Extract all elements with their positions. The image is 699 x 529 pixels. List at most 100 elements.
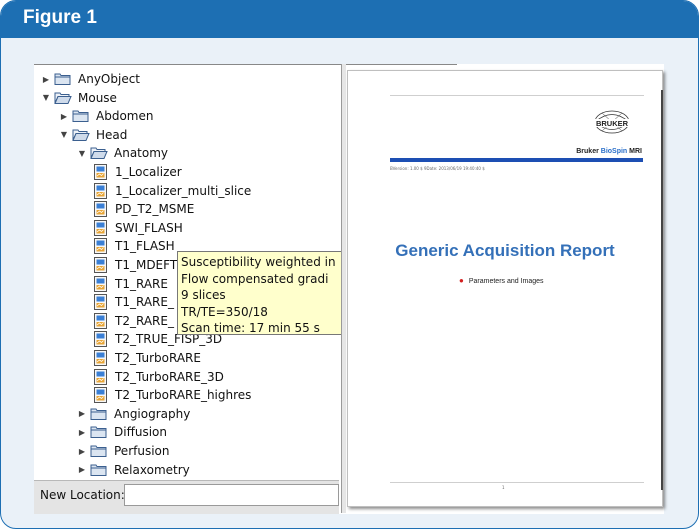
protocol-file-icon (94, 312, 107, 329)
protocol-file-icon (94, 182, 107, 199)
tooltip-line: Susceptibility weighted in (181, 255, 336, 269)
tree-protocol-pd-t2-msme[interactable]: PD_T2_MSME (94, 200, 194, 218)
expanded-arrow-icon[interactable]: ▼ (76, 149, 88, 158)
tree-folder-mouse[interactable]: ▼ Mouse (40, 89, 117, 107)
version-line: BVersion: 1.00 $ 9Date: 2013/06/19 19:40… (390, 166, 485, 171)
tree-folder-abdomen[interactable]: ▶ Abdomen (58, 107, 154, 125)
tree-protocol-t2-turborare[interactable]: T2_TurboRARE (94, 349, 201, 367)
company-name: Bruker BioSpin MRI (576, 148, 642, 155)
tree-item-label: T2_TurboRARE_3D (115, 369, 224, 384)
tree-protocol-1-localizer[interactable]: 1_Localizer (94, 163, 182, 181)
folder-icon (72, 109, 90, 123)
tooltip-line: TR/TE=350/18 (181, 304, 268, 319)
tree-folder-diffusion[interactable]: ▶ Diffusion (76, 423, 167, 441)
protocol-file-icon (94, 387, 107, 404)
expanded-arrow-icon[interactable]: ▼ (58, 130, 70, 139)
report-preview-page: BRUKER Bruker BioSpin MRI BVersion: 1.00… (347, 70, 663, 507)
page-footer-rule (390, 482, 644, 483)
page-number: 1 (502, 485, 505, 490)
bruker-logo: BRUKER (590, 110, 634, 134)
tree-folder-head[interactable]: ▼ Head (58, 126, 127, 144)
tree-item-label: Head (96, 127, 128, 142)
protocol-tooltip: Susceptibility weighted in Flow compensat… (177, 251, 343, 335)
tree-item-label: Relaxometry (114, 462, 190, 477)
new-location-label: New Location: (40, 488, 125, 502)
tree-protocol-1-localizer-multi-slice[interactable]: 1_Localizer_multi_slice (94, 182, 251, 200)
protocol-file-icon (94, 368, 107, 385)
tree-protocol-t1-rare[interactable]: T1_RARE_ (94, 293, 174, 311)
report-title: Generic Acquisition Report (395, 241, 615, 260)
tree-item-label: Mouse (78, 90, 117, 105)
protocol-file-icon (94, 294, 107, 311)
protocol-file-icon (94, 201, 107, 218)
collapsed-arrow-icon[interactable]: ▶ (40, 75, 52, 84)
tree-item-label: T1_MDEFT (115, 258, 178, 272)
folder-icon (90, 463, 108, 477)
protocol-file-icon (94, 275, 107, 292)
tree-folder-perfusion[interactable]: ▶ Perfusion (76, 442, 170, 460)
collapsed-arrow-icon[interactable]: ▶ (76, 409, 88, 418)
tree-folder-angiography[interactable]: ▶ Angiography (76, 405, 190, 423)
tree-item-label: Perfusion (114, 444, 170, 458)
protocol-file-icon (94, 331, 107, 348)
tree-item-label: T1_RARE (115, 276, 168, 291)
logo-text: BRUKER (596, 119, 629, 128)
split-pane-divider[interactable] (341, 64, 346, 513)
tree-item-label: Angiography (114, 406, 191, 421)
tree-item-label: Abdomen (96, 109, 154, 124)
tree-protocol-swi-flash[interactable]: SWI_FLASH (94, 219, 183, 237)
tooltip-line: Flow compensated gradi (181, 271, 329, 286)
folder-icon (90, 444, 108, 458)
tree-protocol-t2-turborare-3d[interactable]: T2_TurboRARE_3D (94, 368, 224, 386)
company-highlight: BioSpin (600, 148, 628, 155)
folder-icon (90, 425, 108, 439)
new-location-input[interactable] (124, 484, 339, 506)
folder-icon (90, 407, 108, 421)
collapsed-arrow-icon[interactable]: ▶ (76, 465, 88, 474)
expanded-arrow-icon[interactable]: ▼ (40, 93, 52, 102)
folder-open-icon (90, 146, 108, 160)
tree-protocol-t1-mdeft[interactable]: T1_MDEFT (94, 256, 177, 274)
tree-protocol-t1-rare[interactable]: T1_RARE (94, 275, 168, 293)
tree-item-label: T2_TurboRARE_highres (115, 388, 252, 403)
report-bullet-item: ● Parameters and Images (459, 276, 544, 285)
company-prefix: Bruker (576, 148, 601, 155)
folder-open-icon (72, 128, 90, 142)
tree-item-label: T2_RARE_ (115, 313, 174, 328)
figure-title: Figure 1 (23, 7, 97, 28)
bullet-dot-icon: ● (459, 276, 464, 285)
tree-item-label: AnyObject (78, 72, 140, 86)
preview-edge (661, 90, 663, 490)
figure-header: Figure 1 (1, 1, 698, 38)
folder-open-icon (54, 91, 72, 105)
protocol-file-icon (94, 257, 107, 273)
company-suffix: MRI (627, 148, 642, 155)
tree-item-label: T2_TurboRARE (115, 351, 201, 365)
tree-folder-relaxometry[interactable]: ▶ Relaxometry (76, 461, 190, 479)
collapsed-arrow-icon[interactable]: ▶ (76, 428, 88, 437)
tree-item-label: SWI_FLASH (115, 220, 183, 235)
protocol-file-icon (94, 350, 107, 366)
report-header-bar (390, 158, 643, 162)
protocol-file-icon (94, 219, 107, 236)
tree-item-label: PD_T2_MSME (115, 202, 195, 217)
tree-folder-anatomy[interactable]: ▼ Anatomy (76, 144, 168, 162)
collapsed-arrow-icon[interactable]: ▶ (76, 447, 88, 456)
tree-protocol-t1-flash[interactable]: T1_FLASH (94, 237, 175, 255)
tree-item-label: Diffusion (114, 425, 167, 440)
tree-protocol-t2-rare[interactable]: T2_RARE_ (94, 312, 174, 330)
protocol-file-icon (94, 238, 107, 255)
tree-item-label: 1_Localizer (115, 165, 182, 179)
tooltip-line: 9 slices (181, 288, 226, 302)
tree-item-label: T1_RARE_ (115, 295, 174, 310)
tooltip-line: Scan time: 17 min 55 s (181, 321, 320, 335)
page-header-rule (390, 95, 644, 96)
tree-protocol-t2-turborare-highres[interactable]: T2_TurboRARE_highres (94, 386, 251, 404)
tree-folder-anyobject[interactable]: ▶ AnyObject (40, 70, 140, 88)
tree-item-label: 1_Localizer_multi_slice (115, 183, 252, 198)
protocol-file-icon (94, 164, 107, 180)
bullet-text: Parameters and Images (468, 278, 544, 285)
tree-item-label: T1_FLASH (115, 239, 175, 254)
collapsed-arrow-icon[interactable]: ▶ (58, 112, 70, 121)
folder-icon (54, 72, 72, 86)
